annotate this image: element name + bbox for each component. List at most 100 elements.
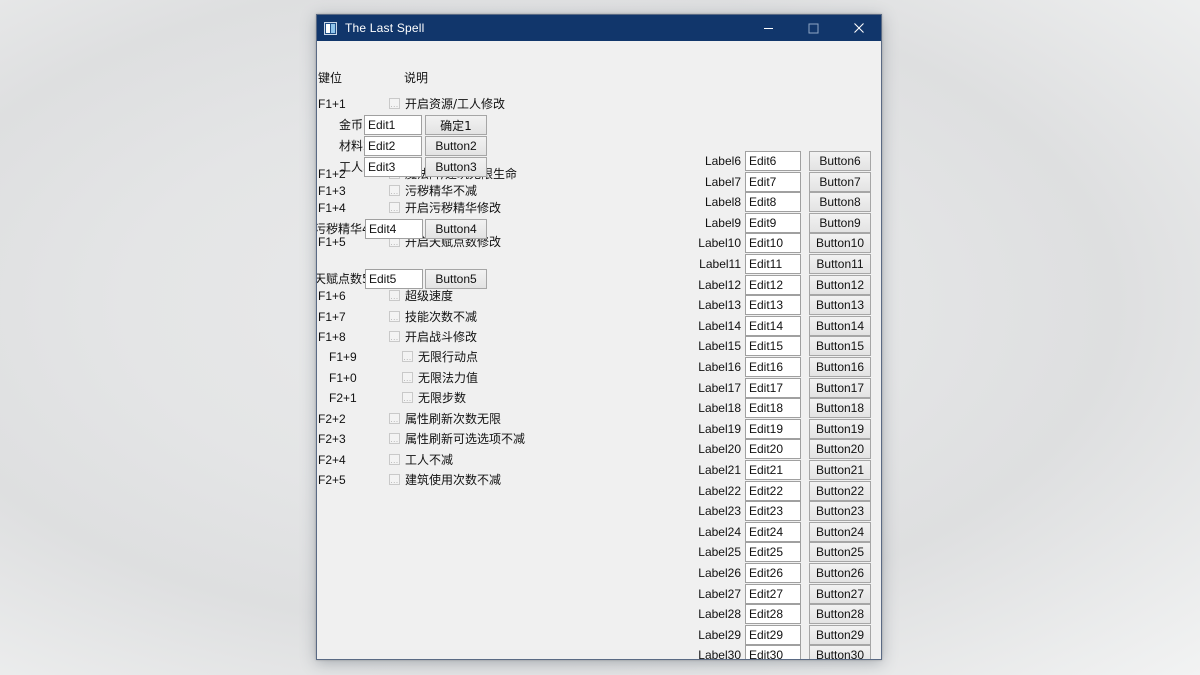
toggle-checkbox[interactable]: ... xyxy=(402,351,413,362)
field-input[interactable] xyxy=(364,136,422,156)
window-titlebar[interactable]: The Last Spell xyxy=(317,15,881,41)
right-field-button[interactable]: Button22 xyxy=(809,481,871,501)
hotkey-label: F1+1 xyxy=(318,97,346,111)
right-field-label: Label25 xyxy=(698,545,741,559)
field-input[interactable] xyxy=(365,219,423,239)
right-field-label: Label30 xyxy=(698,648,741,660)
toggle-checkbox[interactable]: ... xyxy=(389,185,400,196)
toggle-checkbox[interactable]: ... xyxy=(389,331,400,342)
right-field-input[interactable] xyxy=(745,419,801,439)
toggle-checkbox[interactable]: ... xyxy=(389,433,400,444)
field-apply-button[interactable]: 确定1 xyxy=(425,115,487,135)
field-apply-button[interactable]: Button4 xyxy=(425,219,487,239)
right-field-button[interactable]: Button21 xyxy=(809,460,871,480)
right-field-input[interactable] xyxy=(745,233,801,253)
right-field-input[interactable] xyxy=(745,625,801,645)
right-field-button[interactable]: Button28 xyxy=(809,604,871,624)
right-field-button[interactable]: Button30 xyxy=(809,645,871,659)
field-input[interactable] xyxy=(365,269,423,289)
maximize-button[interactable] xyxy=(791,15,836,41)
right-field-input[interactable] xyxy=(745,213,801,233)
right-field-button[interactable]: Button8 xyxy=(809,192,871,212)
field-apply-button[interactable]: Button3 xyxy=(425,157,487,177)
right-field-input[interactable] xyxy=(745,563,801,583)
field-input[interactable] xyxy=(364,115,422,135)
right-field-label: Label6 xyxy=(704,154,741,168)
right-field-input[interactable] xyxy=(745,336,801,356)
minimize-button[interactable] xyxy=(746,15,791,41)
right-field-button[interactable]: Button27 xyxy=(809,584,871,604)
right-field-label: Label19 xyxy=(698,422,741,436)
right-field-button[interactable]: Button10 xyxy=(809,233,871,253)
right-field-button[interactable]: Button11 xyxy=(809,254,871,274)
hotkey-label: F1+8 xyxy=(318,330,346,344)
right-field-input[interactable] xyxy=(745,645,801,659)
hotkey-label: F2+4 xyxy=(318,453,346,467)
checkbox-glyph: ... xyxy=(390,456,399,465)
right-field-input[interactable] xyxy=(745,522,801,542)
right-field-button[interactable]: Button15 xyxy=(809,336,871,356)
right-field-input[interactable] xyxy=(745,584,801,604)
right-field-button[interactable]: Button24 xyxy=(809,522,871,542)
right-field-button[interactable]: Button25 xyxy=(809,542,871,562)
right-field-input[interactable] xyxy=(745,254,801,274)
toggle-checkbox[interactable]: ... xyxy=(389,202,400,213)
right-field-button[interactable]: Button9 xyxy=(809,213,871,233)
right-field-input[interactable] xyxy=(745,542,801,562)
hotkey-description: 工人不减 xyxy=(405,453,454,467)
toggle-checkbox[interactable]: ... xyxy=(389,474,400,485)
right-field-label: Label20 xyxy=(698,442,741,456)
right-field-button[interactable]: Button20 xyxy=(809,439,871,459)
right-field-input[interactable] xyxy=(745,460,801,480)
toggle-checkbox[interactable]: ... xyxy=(389,98,400,109)
right-field-button[interactable]: Button14 xyxy=(809,316,871,336)
toggle-checkbox[interactable]: ... xyxy=(402,372,413,383)
right-field-button[interactable]: Button13 xyxy=(809,295,871,315)
right-field-label: Label14 xyxy=(698,319,741,333)
right-field-button[interactable]: Button7 xyxy=(809,172,871,192)
right-field-input[interactable] xyxy=(745,604,801,624)
hotkey-description: 无限行动点 xyxy=(418,350,479,364)
right-field-input[interactable] xyxy=(745,316,801,336)
right-field-button[interactable]: Button16 xyxy=(809,357,871,377)
close-button[interactable] xyxy=(836,15,881,41)
right-field-button[interactable]: Button23 xyxy=(809,501,871,521)
right-field-input[interactable] xyxy=(745,295,801,315)
hotkey-label: F1+4 xyxy=(318,201,346,215)
right-field-input[interactable] xyxy=(745,501,801,521)
hotkey-description: 无限步数 xyxy=(418,391,467,405)
right-field-input[interactable] xyxy=(745,275,801,295)
hotkey-description: 无限法力值 xyxy=(418,371,479,385)
toggle-checkbox[interactable]: ... xyxy=(389,454,400,465)
right-field-button[interactable]: Button17 xyxy=(809,378,871,398)
hotkey-label: F1+3 xyxy=(318,184,346,198)
header-desc-column: 说明 xyxy=(404,71,429,85)
right-field-label: Label10 xyxy=(698,236,741,250)
field-apply-button[interactable]: Button2 xyxy=(425,136,487,156)
right-field-input[interactable] xyxy=(745,398,801,418)
hotkey-description: 开启资源/工人修改 xyxy=(405,97,506,111)
toggle-checkbox[interactable]: ... xyxy=(402,392,413,403)
toggle-checkbox[interactable]: ... xyxy=(389,290,400,301)
right-field-input[interactable] xyxy=(745,378,801,398)
right-field-button[interactable]: Button26 xyxy=(809,563,871,583)
right-field-input[interactable] xyxy=(745,439,801,459)
right-field-button[interactable]: Button12 xyxy=(809,275,871,295)
toggle-checkbox[interactable]: ... xyxy=(389,311,400,322)
field-apply-button[interactable]: Button5 xyxy=(425,269,487,289)
right-field-input[interactable] xyxy=(745,357,801,377)
right-field-button[interactable]: Button6 xyxy=(809,151,871,171)
field-input[interactable] xyxy=(364,157,422,177)
right-field-input[interactable] xyxy=(745,481,801,501)
right-field-input[interactable] xyxy=(745,151,801,171)
right-field-input[interactable] xyxy=(745,172,801,192)
hotkey-label: F2+2 xyxy=(318,412,346,426)
right-field-button[interactable]: Button18 xyxy=(809,398,871,418)
toggle-checkbox[interactable]: ... xyxy=(389,413,400,424)
right-field-label: Label7 xyxy=(704,175,741,189)
right-field-label: Label15 xyxy=(698,339,741,353)
right-field-button[interactable]: Button29 xyxy=(809,625,871,645)
right-field-input[interactable] xyxy=(745,192,801,212)
checkbox-glyph: ... xyxy=(390,187,399,196)
right-field-button[interactable]: Button19 xyxy=(809,419,871,439)
